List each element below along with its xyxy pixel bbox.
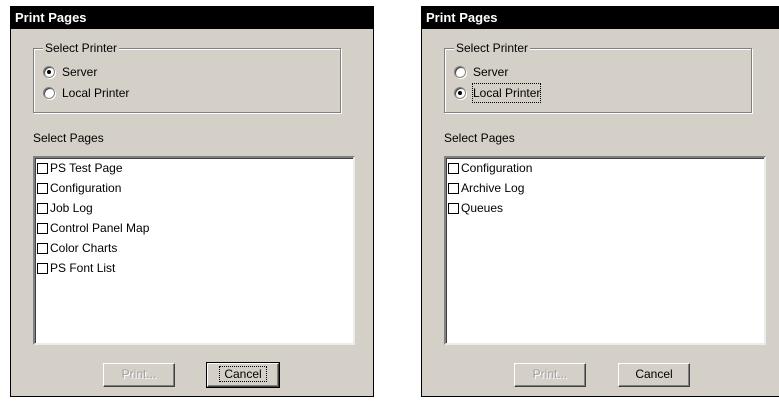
- checkbox[interactable]: [37, 202, 48, 214]
- checkbox[interactable]: [37, 182, 48, 194]
- print-button[interactable]: Print...: [514, 363, 586, 387]
- radio-server-button[interactable]: [454, 66, 466, 78]
- list-item[interactable]: PS Test Page: [35, 158, 353, 178]
- list-item[interactable]: Queues: [446, 198, 764, 218]
- radio-local-printer[interactable]: Local Printer: [43, 84, 129, 102]
- radio-server[interactable]: Server: [454, 63, 508, 81]
- list-item[interactable]: Control Panel Map: [35, 218, 353, 238]
- list-item[interactable]: Color Charts: [35, 238, 353, 258]
- radio-local-printer[interactable]: Local Printer: [454, 83, 542, 103]
- pages-listbox[interactable]: PS Test Page Configuration Job Log Contr…: [33, 156, 355, 345]
- checkbox[interactable]: [37, 222, 48, 234]
- checkbox[interactable]: [37, 242, 48, 254]
- list-item[interactable]: Job Log: [35, 198, 353, 218]
- print-pages-dialog-local: Print Pages Select Printer Server Local …: [421, 6, 779, 397]
- select-printer-label: Select Printer: [454, 40, 531, 56]
- checkbox[interactable]: [448, 182, 459, 194]
- cancel-button[interactable]: Cancel: [206, 362, 280, 388]
- radio-local-printer-label: Local Printer: [471, 83, 542, 103]
- radio-server-button[interactable]: [43, 66, 55, 78]
- print-button[interactable]: Print...: [103, 363, 175, 387]
- list-item[interactable]: PS Font List: [35, 258, 353, 278]
- checkbox[interactable]: [448, 202, 459, 214]
- radio-server[interactable]: Server: [43, 63, 97, 81]
- print-pages-dialog-server: Print Pages Select Printer Server Local …: [10, 6, 374, 397]
- radio-local-printer-button[interactable]: [454, 87, 466, 99]
- checkbox[interactable]: [37, 162, 48, 174]
- radio-server-label: Server: [62, 65, 98, 79]
- cancel-button[interactable]: Cancel: [618, 363, 690, 387]
- list-item[interactable]: Configuration: [35, 178, 353, 198]
- list-item[interactable]: Archive Log: [446, 178, 764, 198]
- dialog-title: Print Pages: [422, 7, 779, 29]
- select-printer-label: Select Printer: [43, 40, 120, 56]
- radio-server-label: Server: [473, 65, 509, 79]
- select-pages-label: Select Pages: [33, 131, 104, 145]
- select-pages-label: Select Pages: [444, 131, 515, 145]
- radio-local-printer-button[interactable]: [43, 87, 55, 99]
- list-item[interactable]: Configuration: [446, 158, 764, 178]
- pages-listbox[interactable]: Configuration Archive Log Queues: [444, 156, 766, 345]
- checkbox[interactable]: [448, 162, 459, 174]
- radio-local-printer-label: Local Printer: [62, 86, 130, 100]
- dialog-title: Print Pages: [11, 7, 373, 29]
- checkbox[interactable]: [37, 262, 48, 274]
